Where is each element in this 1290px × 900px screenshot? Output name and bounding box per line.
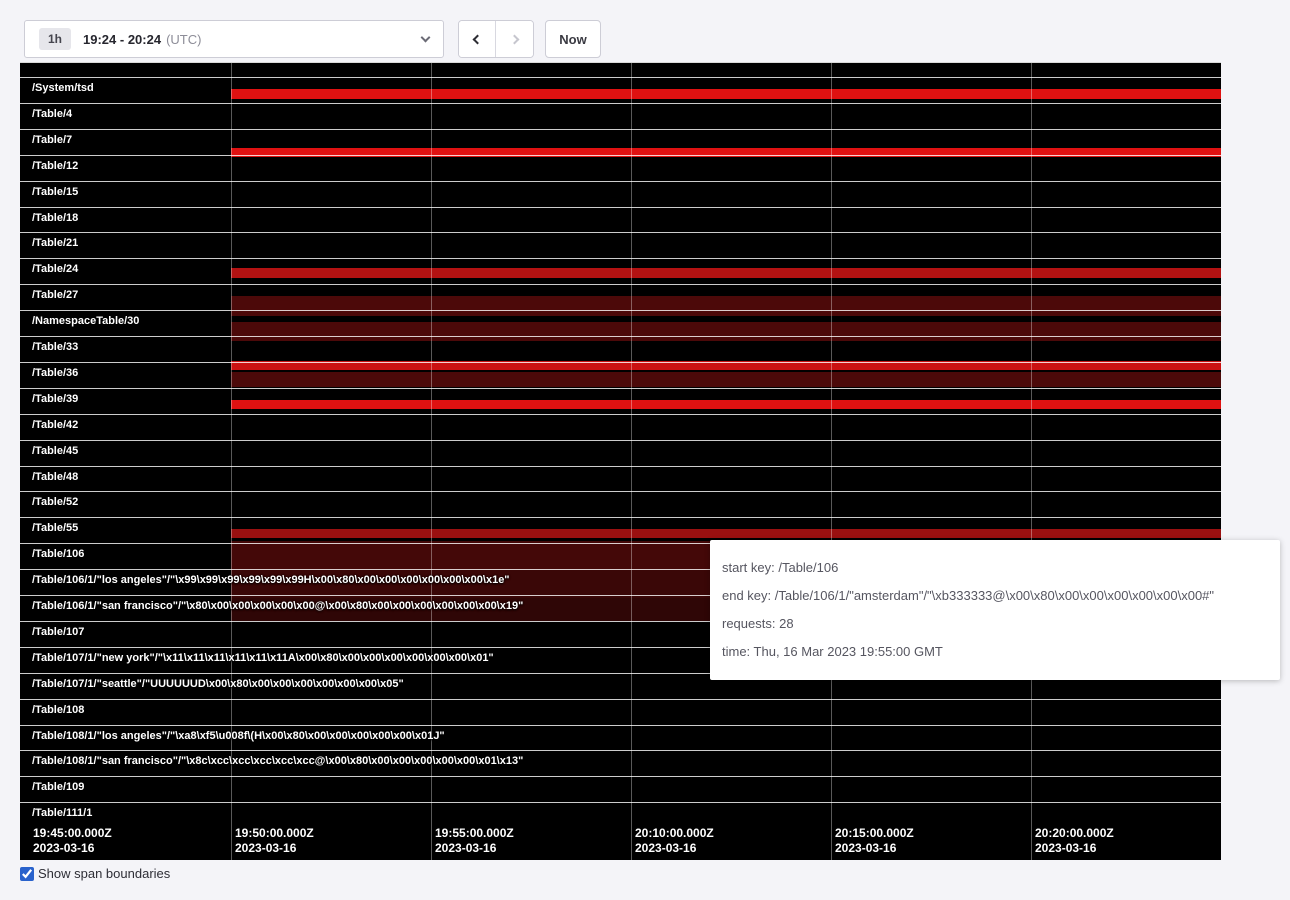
span-row-label: /Table/106/1/"los angeles"/"\x99\x99\x99… bbox=[20, 572, 510, 586]
span-row-label: /Table/48 bbox=[20, 469, 78, 483]
tooltip-requests: requests: 28 bbox=[722, 614, 1268, 634]
span-row-label: /Table/108 bbox=[20, 702, 84, 716]
span-row[interactable]: /NamespaceTable/30 bbox=[20, 310, 1221, 336]
span-row[interactable]: /Table/12 bbox=[20, 155, 1221, 181]
span-row-label: /Table/108/1/"san francisco"/"\x8c\xcc\x… bbox=[20, 753, 523, 767]
span-row-label: /Table/15 bbox=[20, 184, 78, 198]
span-row-label: /Table/24 bbox=[20, 261, 78, 275]
time-nav-group bbox=[458, 20, 534, 58]
span-row[interactable]: /Table/45 bbox=[20, 440, 1221, 466]
span-row[interactable]: /Table/108 bbox=[20, 699, 1221, 725]
x-axis-label: 19:45:00.000Z2023-03-16 bbox=[30, 826, 112, 856]
span-row-label: /Table/21 bbox=[20, 235, 78, 249]
span-row-label: /Table/55 bbox=[20, 520, 78, 534]
span-row[interactable]: /Table/48 bbox=[20, 466, 1221, 492]
key-visualizer-canvas[interactable]: /System/tsd/Table/4/Table/7/Table/12/Tab… bbox=[20, 62, 1221, 860]
show-span-boundaries-label: Show span boundaries bbox=[38, 866, 170, 881]
tooltip-start-key: start key: /Table/106 bbox=[722, 558, 1268, 578]
span-row-label: /Table/106 bbox=[20, 546, 84, 560]
show-span-boundaries-checkbox[interactable] bbox=[20, 867, 34, 881]
span-row-label: /Table/111/1 bbox=[20, 805, 92, 819]
duration-badge: 1h bbox=[39, 28, 71, 50]
span-row[interactable]: /Table/15 bbox=[20, 181, 1221, 207]
key-visualizer-page: 1h 19:24 - 20:24 (UTC) Now /System/tsd/T… bbox=[0, 0, 1290, 900]
span-row-label: /Table/52 bbox=[20, 494, 78, 508]
span-row-label: /Table/108/1/"los angeles"/"\xa8\xf5\u00… bbox=[20, 728, 445, 742]
x-axis-label: 19:55:00.000Z2023-03-16 bbox=[432, 826, 514, 856]
span-row-label: /NamespaceTable/30 bbox=[20, 313, 139, 327]
span-row[interactable]: /Table/24 bbox=[20, 258, 1221, 284]
span-row-label: /Table/33 bbox=[20, 339, 78, 353]
hover-tooltip: start key: /Table/106 end key: /Table/10… bbox=[710, 540, 1280, 680]
span-row-label: /Table/36 bbox=[20, 365, 78, 379]
span-row[interactable]: /Table/27 bbox=[20, 284, 1221, 310]
span-row-label: /Table/4 bbox=[20, 106, 72, 120]
span-row-label: /Table/12 bbox=[20, 158, 78, 172]
span-row[interactable]: /System/tsd bbox=[20, 77, 1221, 103]
span-row-label: /Table/39 bbox=[20, 391, 78, 405]
span-row[interactable]: /Table/21 bbox=[20, 232, 1221, 258]
span-row[interactable]: /Table/42 bbox=[20, 414, 1221, 440]
x-axis-label: 19:50:00.000Z2023-03-16 bbox=[232, 826, 314, 856]
span-row[interactable]: /Table/7 bbox=[20, 129, 1221, 155]
span-row-label: /Table/7 bbox=[20, 132, 72, 146]
span-row-label: /Table/106/1/"san francisco"/"\x80\x00\x… bbox=[20, 598, 523, 612]
chevron-left-icon bbox=[472, 34, 482, 44]
chevron-right-icon bbox=[510, 34, 520, 44]
span-row-label: /Table/107/1/"seattle"/"UUUUUUD\x00\x80\… bbox=[20, 676, 404, 690]
span-row-label: /Table/42 bbox=[20, 417, 78, 431]
time-range-label: 19:24 - 20:24 bbox=[83, 32, 161, 47]
span-row[interactable]: /Table/18 bbox=[20, 207, 1221, 233]
span-row[interactable]: /Table/111/1 bbox=[20, 802, 1221, 828]
span-row[interactable]: /Table/4 bbox=[20, 103, 1221, 129]
x-axis-label: 20:20:00.000Z2023-03-16 bbox=[1032, 826, 1114, 856]
span-row-label: /Table/107/1/"new york"/"\x11\x11\x11\x1… bbox=[20, 650, 494, 664]
span-row[interactable]: /Table/52 bbox=[20, 491, 1221, 517]
time-range-select[interactable]: 1h 19:24 - 20:24 (UTC) bbox=[24, 20, 444, 58]
span-row[interactable]: /Table/109 bbox=[20, 776, 1221, 802]
next-time-button[interactable] bbox=[496, 21, 533, 57]
prev-time-button[interactable] bbox=[459, 21, 496, 57]
span-row[interactable]: /Table/39 bbox=[20, 388, 1221, 414]
span-row[interactable]: /Table/108/1/"los angeles"/"\xa8\xf5\u00… bbox=[20, 725, 1221, 751]
span-row[interactable]: /Table/33 bbox=[20, 336, 1221, 362]
x-axis-label: 20:15:00.000Z2023-03-16 bbox=[832, 826, 914, 856]
span-row-label: /Table/18 bbox=[20, 210, 78, 224]
span-row[interactable]: /Table/36 bbox=[20, 362, 1221, 388]
tooltip-time: time: Thu, 16 Mar 2023 19:55:00 GMT bbox=[722, 642, 1268, 662]
x-axis-label: 20:10:00.000Z2023-03-16 bbox=[632, 826, 714, 856]
timezone-label: (UTC) bbox=[166, 32, 201, 47]
span-row-label: /Table/45 bbox=[20, 443, 78, 457]
tooltip-end-key: end key: /Table/106/1/"amsterdam"/"\xb33… bbox=[722, 586, 1268, 606]
span-row-label: /Table/109 bbox=[20, 779, 84, 793]
now-button[interactable]: Now bbox=[545, 20, 601, 58]
show-span-boundaries: Show span boundaries bbox=[20, 866, 170, 881]
span-row-label: /Table/27 bbox=[20, 287, 78, 301]
span-row-label: /System/tsd bbox=[20, 80, 94, 94]
span-row-label: /Table/107 bbox=[20, 624, 84, 638]
span-row[interactable]: /Table/108/1/"san francisco"/"\x8c\xcc\x… bbox=[20, 750, 1221, 776]
chevron-down-icon bbox=[421, 32, 431, 42]
